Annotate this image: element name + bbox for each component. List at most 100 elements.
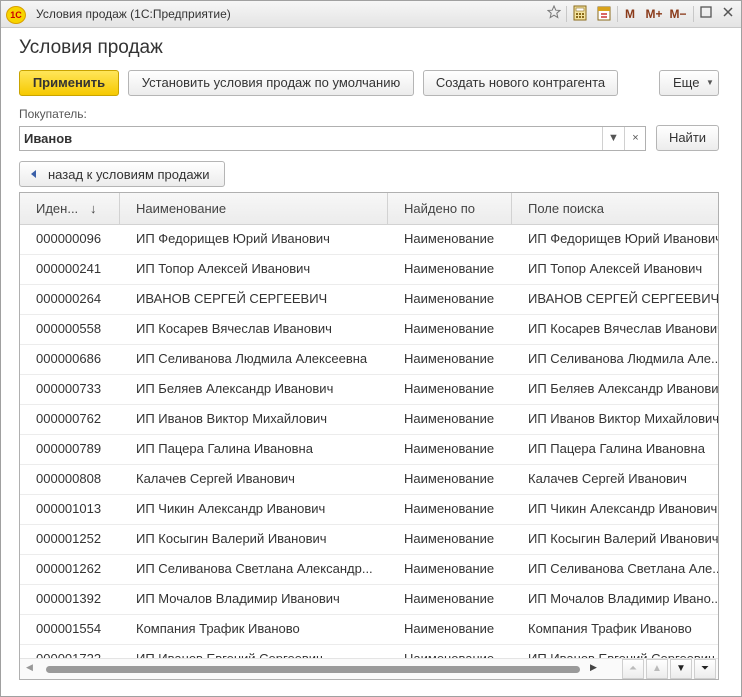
maximize-icon[interactable] (699, 5, 713, 23)
table-row[interactable]: 000000789 ИП Пацера Галина Ивановна Наимен… (20, 435, 718, 465)
scroll-left-icon[interactable]: ◀ (26, 662, 33, 673)
more-label: Еще (673, 75, 700, 90)
cell-found-by: Наименование (404, 591, 495, 606)
cell-found-by: Наименование (404, 441, 495, 456)
cell-found-by: Наименование (404, 411, 495, 426)
app-logo: 1С (6, 6, 26, 24)
memory-button[interactable]: M (623, 5, 637, 23)
table-body: 000000096 ИП Федорищев Юрий Иванович Наиме… (20, 225, 718, 675)
back-to-conditions-button[interactable]: назад к условиям продажи (19, 161, 225, 187)
cell-search-field: ИП Мочалов Владимир Ивано... (528, 591, 719, 606)
cell-search-field: ИП Иванов Виктор Михайлович (528, 411, 719, 426)
column-header-name[interactable]: Наименование (120, 193, 388, 224)
column-header-label: Иден... (36, 201, 79, 216)
table-row[interactable]: 000000762 ИП Иванов Виктор Михайлович Наим… (20, 405, 718, 435)
cell-search-field: ИП Селиванова Светлана Але... (528, 561, 719, 576)
table-row[interactable]: 000001392 ИП Мочалов Владимир Иванович Наи… (20, 585, 718, 615)
table-row[interactable]: 000000733 ИП Беляев Александр Иванович Наи… (20, 375, 718, 405)
apply-button[interactable]: Применить (19, 70, 119, 96)
cell-name: ИП Пацера Галина Ивановна (136, 441, 313, 456)
column-header-search-field[interactable]: Поле поиска (512, 193, 718, 224)
table-row[interactable]: 000001252 ИП Косыгин Валерий Иванович Наим… (20, 525, 718, 555)
table-row[interactable]: 000000096 ИП Федорищев Юрий Иванович Наиме… (20, 225, 718, 255)
cell-id: 000000264 (36, 291, 102, 306)
cell-found-by: Наименование (404, 321, 495, 336)
cell-name: ИП Селиванова Людмила Алексеевна (136, 351, 368, 366)
memory-plus-button[interactable]: M+ (643, 5, 665, 23)
scrollbar-thumb[interactable] (46, 666, 580, 673)
horizontal-scrollbar[interactable]: ◀ ▶ (20, 658, 718, 679)
buyer-input[interactable]: Иванов ▼ × (19, 126, 646, 151)
page-title: Условия продаж (19, 37, 163, 58)
column-header-id[interactable]: Иден... ↓ (20, 193, 120, 224)
cell-name: Калачев Сергей Иванович (136, 471, 295, 486)
cell-search-field: ИП Пацера Галина Ивановна (528, 441, 705, 456)
calculator-icon[interactable] (573, 5, 587, 23)
scroll-right-icon[interactable]: ▶ (590, 662, 597, 673)
create-counterparty-button[interactable]: Создать нового контрагента (423, 70, 618, 96)
cell-search-field: ИП Беляев Александр Иванович (528, 381, 719, 396)
scroll-to-top-icon[interactable]: ⏶ (622, 659, 644, 679)
cell-search-field: ИВАНОВ СЕРГЕЙ СЕРГЕЕВИЧ (528, 291, 719, 306)
more-button[interactable]: Еще ▼ (659, 70, 719, 96)
window-title: Условия продаж (1С:Предприятие) (36, 7, 231, 21)
calendar-icon[interactable] (597, 5, 611, 23)
cell-id: 000001554 (36, 621, 102, 636)
cell-name: ИП Селиванова Светлана Александр... (136, 561, 373, 576)
cell-name: ИП Иванов Виктор Михайлович (136, 411, 328, 426)
cell-name: ИП Косыгин Валерий Иванович (136, 531, 327, 546)
sort-down-icon: ↓ (90, 201, 97, 216)
cell-id: 000001013 (36, 501, 102, 516)
close-icon[interactable] (721, 5, 735, 23)
title-separator (693, 6, 694, 22)
buyer-label: Покупатель: (19, 107, 87, 121)
table-row[interactable]: 000000808 Калачев Сергей Иванович Наименов… (20, 465, 718, 495)
find-button[interactable]: Найти (656, 125, 719, 151)
cell-found-by: Наименование (404, 381, 495, 396)
cell-search-field: ИП Косыгин Валерий Иванович (528, 531, 719, 546)
scroll-to-bottom-icon[interactable]: ⏷ (694, 659, 716, 679)
cell-search-field: ИП Топор Алексей Иванович (528, 261, 703, 276)
clear-icon[interactable]: × (624, 127, 646, 150)
table-row[interactable]: 000001262 ИП Селиванова Светлана Александ… (20, 555, 718, 585)
memory-minus-button[interactable]: M− (668, 5, 688, 23)
column-header-found-by[interactable]: Найдено по (388, 193, 512, 224)
cell-id: 000000096 (36, 231, 102, 246)
table-row[interactable]: 000000241 ИП Топор Алексей Иванович Наимен… (20, 255, 718, 285)
cell-id: 000000733 (36, 381, 102, 396)
cell-search-field: Калачев Сергей Иванович (528, 471, 687, 486)
cell-name: ИП Федорищев Юрий Иванович (136, 231, 330, 246)
cell-name: ИП Беляев Александр Иванович (136, 381, 334, 396)
cell-name: Компания Трафик Иваново (136, 621, 300, 636)
cell-id: 000000808 (36, 471, 102, 486)
table-row[interactable]: 000001554 Компания Трафик Иваново Наименов… (20, 615, 718, 645)
table-header: Иден... ↓ Наименование Найдено по Поле п… (20, 193, 718, 225)
back-button-label: назад к условиям продажи (48, 167, 210, 182)
cell-id: 000001392 (36, 591, 102, 606)
table-row[interactable]: 000000264 ИВАНОВ СЕРГЕЙ СЕРГЕЕВИЧ Наименов… (20, 285, 718, 315)
cell-name: ИП Чикин Александр Иванович (136, 501, 326, 516)
title-bar: 1С Условия продаж (1С:Предприятие) M M+ … (1, 1, 741, 28)
cell-found-by: Наименование (404, 231, 495, 246)
table-row[interactable]: 000001013 ИП Чикин Александр Иванович Наим… (20, 495, 718, 525)
star-icon[interactable] (546, 4, 562, 23)
cell-search-field: ИП Чикин Александр Иванович (528, 501, 718, 516)
back-arrow-icon (31, 170, 36, 178)
chevron-down-icon: ▼ (706, 78, 714, 87)
cell-name: ИП Мочалов Владимир Иванович (136, 591, 340, 606)
cell-found-by: Наименование (404, 501, 495, 516)
cell-id: 000000241 (36, 261, 102, 276)
set-default-conditions-button[interactable]: Установить условия продаж по умолчанию (128, 70, 414, 96)
scroll-up-icon[interactable]: ▲ (646, 659, 668, 679)
table-row[interactable]: 000000686 ИП Селиванова Людмила Алексеевн… (20, 345, 718, 375)
cell-found-by: Наименование (404, 351, 495, 366)
cell-search-field: ИП Селиванова Людмила Але... (528, 351, 719, 366)
cell-name: ИП Косарев Вячеслав Иванович (136, 321, 332, 336)
cell-id: 000000558 (36, 321, 102, 336)
table-row[interactable]: 000000558 ИП Косарев Вячеслав Иванович Наи… (20, 315, 718, 345)
cell-id: 000001262 (36, 561, 102, 576)
scroll-down-icon[interactable]: ▼ (670, 659, 692, 679)
cell-found-by: Наименование (404, 561, 495, 576)
results-table: Иден... ↓ Наименование Найдено по Поле п… (19, 192, 719, 680)
dropdown-icon[interactable]: ▼ (602, 127, 624, 150)
